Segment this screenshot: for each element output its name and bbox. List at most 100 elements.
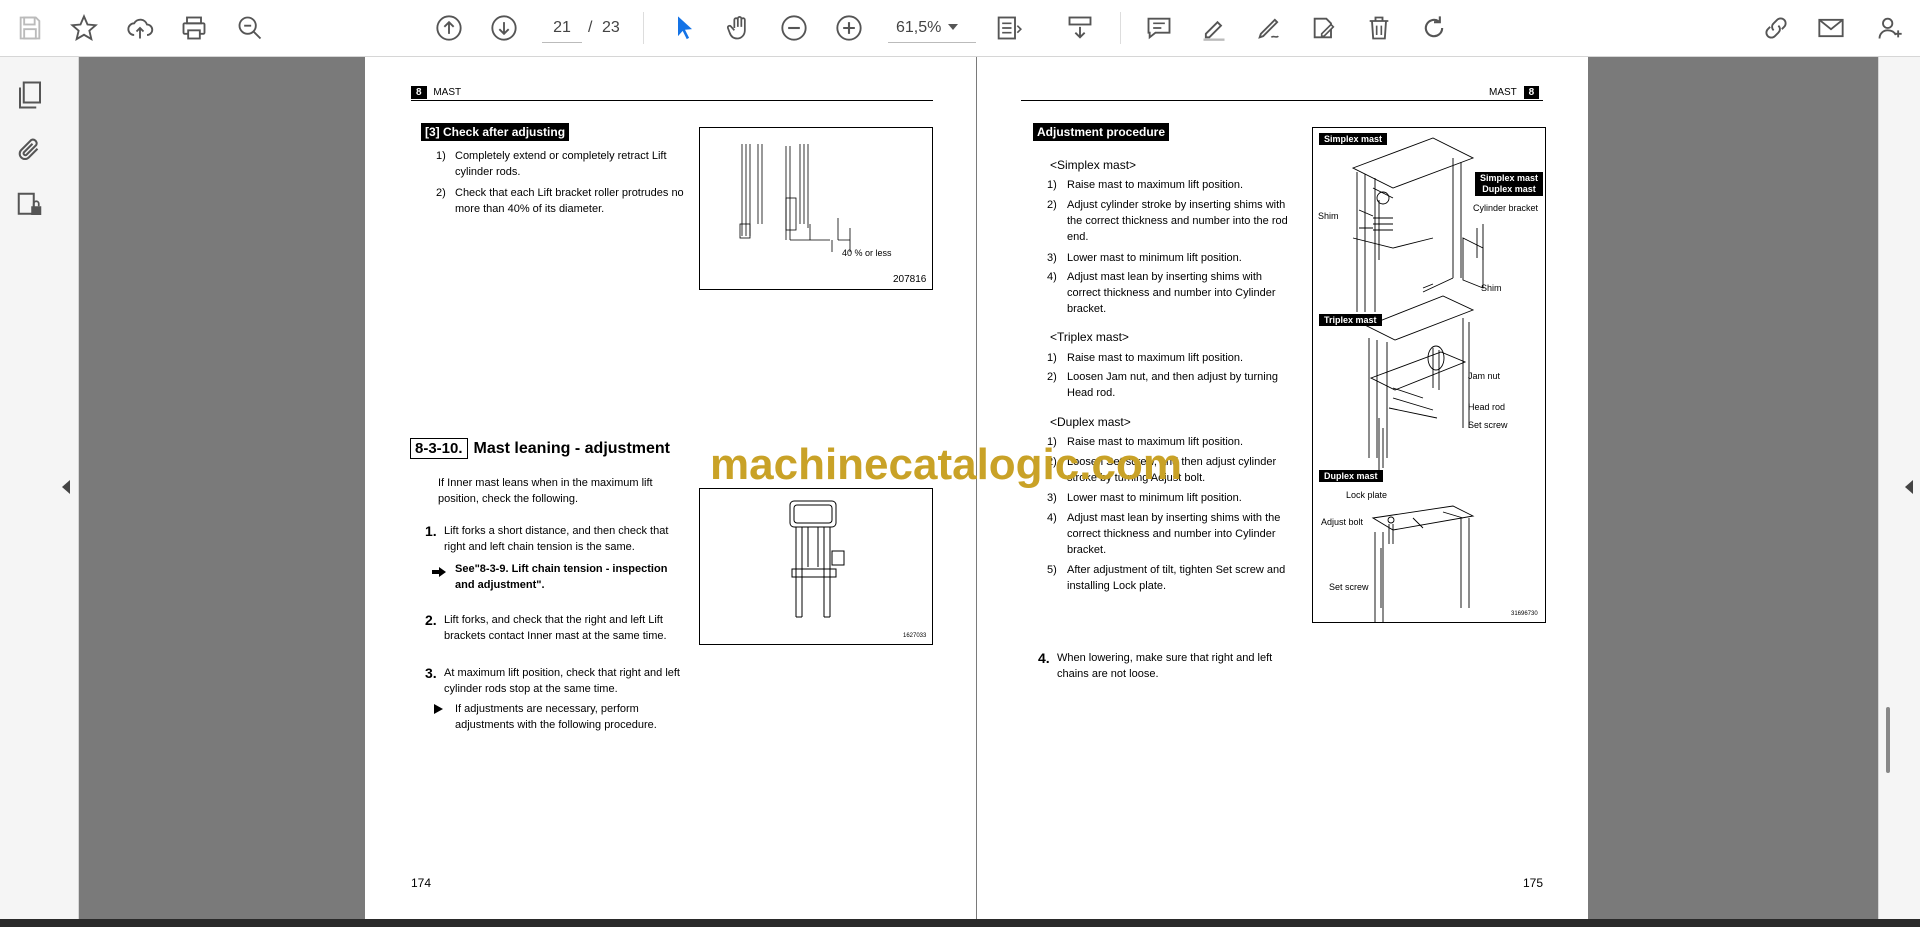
callout-set-screw: Set screw — [1329, 582, 1369, 592]
expand-right-panel-icon[interactable] — [1905, 480, 1913, 494]
draw-pen-icon[interactable] — [1251, 10, 1287, 46]
figure-mast-adjustment: Simplex mast Simplex mast Duplex mast Sh… — [1312, 127, 1546, 623]
page-number-input[interactable]: 21 — [542, 14, 582, 43]
section-number: 8-3-10. — [410, 438, 468, 459]
stamp-edit-icon[interactable] — [1306, 10, 1342, 46]
highlight-pen-icon[interactable] — [1196, 10, 1232, 46]
zoom-out-search-icon[interactable] — [232, 10, 268, 46]
page-header: 8 MAST — [411, 86, 461, 99]
chapter-number: 8 — [411, 86, 427, 99]
intro-paragraph: If Inner mast leans when in the maximum … — [438, 477, 653, 505]
step-text: Lift forks, and check that the right and… — [444, 614, 667, 642]
list-item: Raise mast to maximum lift position. — [1067, 179, 1244, 191]
chapter-title: MAST — [433, 87, 462, 98]
previous-page-icon[interactable] — [431, 10, 467, 46]
step-text: When lowering, make sure that right and … — [1057, 652, 1273, 680]
collapse-left-panel-icon[interactable] — [62, 480, 70, 494]
list-item: Raise mast to maximum lift position. — [1067, 352, 1244, 364]
right-sidebar — [1878, 57, 1920, 919]
figure-mast-front: 1627033 — [699, 488, 933, 645]
bottom-strip — [0, 919, 1920, 927]
list-item-number: 4) — [1047, 512, 1057, 524]
list-item-number: 1) — [436, 150, 446, 162]
procedure-heading: Adjustment procedure — [1033, 123, 1170, 141]
list-item-number: 3) — [1047, 492, 1057, 504]
list-item: Completely extend or completely retract … — [455, 150, 667, 178]
print-icon[interactable] — [176, 10, 212, 46]
simplex-duplex-label: Simplex mast Duplex mast — [1475, 172, 1544, 196]
step-number: 2. — [425, 612, 437, 628]
hand-tool-icon[interactable] — [721, 10, 757, 46]
step-text: Lift forks a short distance, and then ch… — [444, 525, 669, 553]
callout-shim: Shim — [1481, 283, 1502, 293]
subheading-duplex: <Duplex mast> — [1050, 415, 1131, 429]
list-item-number: 1) — [1047, 352, 1057, 364]
share-link-icon[interactable] — [1758, 10, 1794, 46]
list-item: Lower mast to minimum lift position. — [1067, 492, 1242, 504]
figure-roller-protrusion: 40 % or less 207816 — [699, 127, 933, 290]
figure-code: 31696730 — [1511, 611, 1538, 617]
mast-diagram — [789, 500, 845, 618]
scroll-mode-icon[interactable] — [1062, 10, 1098, 46]
callout-shim: Shim — [1318, 211, 1339, 221]
roller-diagram — [739, 144, 851, 252]
list-item-number: 1) — [1047, 179, 1057, 191]
simplex-duplex-label-line2: Duplex mast — [1482, 184, 1536, 194]
chevron-down-icon[interactable] — [948, 24, 958, 30]
comment-icon[interactable] — [1141, 10, 1177, 46]
header-rule — [411, 100, 933, 101]
chapter-title: MAST — [1489, 87, 1517, 98]
cross-reference: See"8-3-9. Lift chain tension - inspecti… — [455, 563, 668, 591]
list-item: Adjust mast lean by inserting shims with… — [1067, 512, 1281, 556]
layers-lock-icon[interactable] — [12, 187, 48, 223]
subheading-triplex: <Triplex mast> — [1050, 330, 1129, 344]
zoom-level-select[interactable]: 61,5% — [888, 14, 976, 43]
star-icon[interactable] — [66, 10, 102, 46]
select-cursor-icon[interactable] — [667, 10, 703, 46]
callout-cylinder-bracket: Cylinder bracket — [1473, 203, 1539, 213]
figure-code: 207816 — [893, 274, 927, 285]
page-thumbnails-icon[interactable] — [12, 77, 48, 113]
watermark: machinecatalogic.com — [710, 440, 1182, 489]
step-number: 4. — [1038, 650, 1050, 666]
zoom-in-icon[interactable] — [831, 10, 867, 46]
zoom-out-icon[interactable] — [776, 10, 812, 46]
list-item: Adjust cylinder stroke by inserting shim… — [1067, 199, 1288, 243]
page-total: 23 — [602, 19, 620, 36]
list-item-number: 2) — [1047, 199, 1057, 211]
list-item: Check that each Lift bracket roller prot… — [455, 187, 684, 215]
page-separator: / — [588, 19, 593, 36]
list-item-number: 4) — [1047, 271, 1057, 283]
step-number: 1. — [425, 523, 437, 539]
simplex-duplex-label-line1: Simplex mast — [1480, 173, 1539, 183]
add-user-icon[interactable] — [1872, 10, 1908, 46]
delete-icon[interactable] — [1361, 10, 1397, 46]
page-header: MAST 8 — [1489, 86, 1540, 99]
arrow-right-icon — [432, 564, 446, 582]
subheading-simplex: <Simplex mast> — [1050, 158, 1137, 172]
figure-code: 1627033 — [903, 633, 927, 639]
note-text: If adjustments are necessary, perform ad… — [455, 703, 657, 731]
vertical-scrollbar[interactable] — [1886, 707, 1890, 773]
fit-page-icon[interactable] — [990, 10, 1026, 46]
section-title-text: Mast leaning - adjustment — [473, 440, 670, 457]
list-item: Adjust mast lean by inserting shims with… — [1067, 271, 1276, 315]
section-heading-check: [3] Check after adjusting — [421, 123, 570, 141]
chapter-number: 8 — [1523, 86, 1540, 99]
next-page-icon[interactable] — [486, 10, 522, 46]
callout-adjust-bolt: Adjust bolt — [1321, 517, 1364, 527]
header-rule — [1021, 100, 1543, 101]
step-text: At maximum lift position, check that rig… — [444, 667, 680, 695]
list-item: Lower mast to minimum lift position. — [1067, 252, 1242, 264]
callout-jam-nut: Jam nut — [1468, 371, 1501, 381]
cloud-upload-icon[interactable] — [122, 10, 158, 46]
redo-icon[interactable] — [1416, 10, 1452, 46]
save-icon[interactable] — [12, 10, 48, 46]
email-icon[interactable] — [1813, 10, 1849, 46]
callout-head-rod: Head rod — [1468, 402, 1506, 412]
attachment-icon[interactable] — [12, 132, 48, 168]
list-item: After adjustment of tilt, tighten Set sc… — [1067, 564, 1286, 592]
list-item-number: 2) — [1047, 371, 1057, 383]
duplex-label: Duplex mast — [1319, 470, 1383, 482]
triplex-label: Triplex mast — [1319, 314, 1382, 326]
